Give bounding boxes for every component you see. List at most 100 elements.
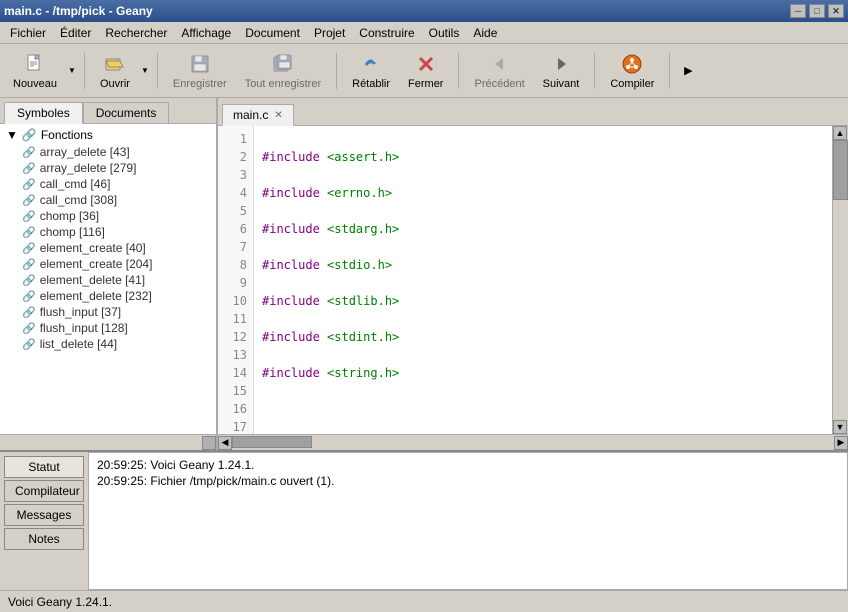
list-item[interactable]: 🔗 element_create [204] bbox=[2, 256, 214, 272]
code-line-7: #include <string.h> bbox=[262, 364, 824, 382]
toolbar-fermer-button[interactable]: Fermer bbox=[401, 49, 450, 93]
maximize-button[interactable]: □ bbox=[809, 4, 825, 18]
menu-editer[interactable]: Éditer bbox=[54, 24, 97, 42]
list-item[interactable]: 🔗 element_delete [232] bbox=[2, 288, 214, 304]
menu-rechercher[interactable]: Rechercher bbox=[99, 24, 173, 42]
line-numbers: 1 2 3 4 5 6 7 8 9 10 11 12 13 14 15 16 1… bbox=[218, 126, 254, 434]
menu-aide[interactable]: Aide bbox=[467, 24, 503, 42]
list-item[interactable]: 🔗 chomp [36] bbox=[2, 208, 214, 224]
vscroll-up-button[interactable]: ▲ bbox=[833, 126, 847, 140]
link-icon: 🔗 bbox=[22, 226, 36, 239]
item-label: array_delete [43] bbox=[40, 145, 130, 159]
line-num: 5 bbox=[224, 202, 247, 220]
titlebar-controls: ─ □ ✕ bbox=[790, 4, 844, 18]
toolbar-retablir-button[interactable]: Rétablir bbox=[345, 49, 397, 93]
line-num: 9 bbox=[224, 274, 247, 292]
toolbar-tout-enregistrer-label: Tout enregistrer bbox=[245, 78, 321, 90]
list-item[interactable]: 🔗 call_cmd [308] bbox=[2, 192, 214, 208]
toolbar-sep-1 bbox=[84, 53, 85, 89]
fermer-icon bbox=[414, 52, 438, 76]
editor-tab-label: main.c bbox=[233, 108, 268, 122]
link-icon: 🔗 bbox=[22, 306, 36, 319]
list-item[interactable]: 🔗 element_delete [41] bbox=[2, 272, 214, 288]
bottom-sidebar: Statut Compilateur Messages Notes bbox=[0, 452, 88, 590]
editor-tab-close[interactable]: ✕ bbox=[274, 110, 282, 121]
hscroll-left-button[interactable]: ◀ bbox=[218, 436, 232, 450]
tree-root-label: Fonctions bbox=[41, 128, 93, 142]
toolbar-precedent-button[interactable]: Précédent bbox=[467, 49, 531, 93]
bottom-content: Statut Compilateur Messages Notes 20:59:… bbox=[0, 452, 848, 590]
tab-symboles[interactable]: Symboles bbox=[4, 102, 83, 124]
precedent-icon bbox=[488, 52, 512, 76]
close-button[interactable]: ✕ bbox=[828, 4, 844, 18]
editor-hscroll: ◀ ▶ bbox=[218, 434, 848, 450]
editor-vscroll: ▲ ▼ bbox=[832, 126, 848, 434]
toolbar-fermer-label: Fermer bbox=[408, 78, 443, 90]
menu-bar: Fichier Éditer Rechercher Affichage Docu… bbox=[0, 22, 848, 44]
hscroll-right-button[interactable]: ▶ bbox=[834, 436, 848, 450]
code-line-4: #include <stdio.h> bbox=[262, 256, 824, 274]
list-item[interactable]: 🔗 array_delete [43] bbox=[2, 144, 214, 160]
link-icon: 🔗 bbox=[22, 210, 36, 223]
ouvrir-dropdown-arrow[interactable]: ▼ bbox=[141, 66, 149, 75]
editor-tab-mainc[interactable]: main.c ✕ bbox=[222, 104, 294, 126]
menu-construire[interactable]: Construire bbox=[353, 24, 420, 42]
bottom-tab-statut[interactable]: Statut bbox=[4, 456, 84, 478]
menu-projet[interactable]: Projet bbox=[308, 24, 351, 42]
list-item[interactable]: 🔗 chomp [116] bbox=[2, 224, 214, 240]
link-icon: 🔗 bbox=[22, 178, 36, 191]
item-label: chomp [36] bbox=[40, 209, 99, 223]
toolbar-sep-3 bbox=[336, 53, 337, 89]
tree-root-fonctions[interactable]: ▼ 🔗 Fonctions bbox=[2, 126, 214, 144]
toolbar-suivant-button[interactable]: Suivant bbox=[536, 49, 587, 93]
line-num: 6 bbox=[224, 220, 247, 238]
link-icon: 🔗 bbox=[22, 194, 36, 207]
menu-document[interactable]: Document bbox=[239, 24, 306, 42]
list-item[interactable]: 🔗 array_delete [279] bbox=[2, 160, 214, 176]
bottom-tab-messages[interactable]: Messages bbox=[4, 504, 84, 526]
vscroll-down-button[interactable]: ▼ bbox=[833, 420, 847, 434]
item-label: flush_input [128] bbox=[40, 321, 128, 335]
toolbar-more-button[interactable]: ▶ bbox=[678, 49, 698, 93]
minimize-button[interactable]: ─ bbox=[790, 4, 806, 18]
toolbar-tout-enregistrer-button[interactable]: Tout enregistrer bbox=[238, 49, 328, 93]
list-item[interactable]: 🔗 flush_input [37] bbox=[2, 304, 214, 320]
tab-documents[interactable]: Documents bbox=[83, 102, 170, 123]
menu-fichier[interactable]: Fichier bbox=[4, 24, 52, 42]
toolbar-ouvrir-button[interactable]: Ouvrir bbox=[93, 49, 137, 93]
suivant-icon bbox=[549, 52, 573, 76]
nouveau-dropdown-arrow[interactable]: ▼ bbox=[68, 66, 76, 75]
item-label: element_delete [41] bbox=[40, 273, 145, 287]
ouvrir-icon bbox=[103, 52, 127, 76]
menu-affichage[interactable]: Affichage bbox=[175, 24, 237, 42]
line-num: 14 bbox=[224, 364, 247, 382]
toolbar: Nouveau ▼ Ouvrir ▼ Enregistrer Tout enre… bbox=[0, 44, 848, 98]
toolbar-retablir-label: Rétablir bbox=[352, 78, 390, 90]
item-label: chomp [116] bbox=[40, 225, 105, 239]
code-editor[interactable]: #include <assert.h> #include <errno.h> #… bbox=[254, 126, 832, 434]
tree-root-icon: 🔗 bbox=[22, 128, 37, 142]
line-num: 10 bbox=[224, 292, 247, 310]
list-item[interactable]: 🔗 call_cmd [46] bbox=[2, 176, 214, 192]
list-item[interactable]: 🔗 flush_input [128] bbox=[2, 320, 214, 336]
toolbar-compiler-label: Compiler bbox=[610, 78, 654, 90]
list-item[interactable]: 🔗 list_delete [44] bbox=[2, 336, 214, 352]
bottom-tab-compilateur[interactable]: Compilateur bbox=[4, 480, 84, 502]
toolbar-nouveau-button[interactable]: Nouveau bbox=[6, 49, 64, 93]
status-bar: Voici Geany 1.24.1. bbox=[0, 590, 848, 612]
window-title: main.c - /tmp/pick - Geany bbox=[4, 4, 153, 18]
tout-enregistrer-icon bbox=[271, 52, 295, 76]
line-num: 11 bbox=[224, 310, 247, 328]
line-num: 8 bbox=[224, 256, 247, 274]
hscroll-thumb[interactable] bbox=[232, 436, 312, 448]
vscroll-thumb[interactable] bbox=[833, 140, 848, 200]
bottom-tab-notes[interactable]: Notes bbox=[4, 528, 84, 550]
left-hscroll-thumb[interactable] bbox=[202, 436, 216, 450]
toolbar-compiler-button[interactable]: Compiler bbox=[603, 49, 661, 93]
symbol-list: ▼ 🔗 Fonctions 🔗 array_delete [43] 🔗 arra… bbox=[0, 124, 216, 434]
link-icon: 🔗 bbox=[22, 322, 36, 335]
list-item[interactable]: 🔗 element_create [40] bbox=[2, 240, 214, 256]
toolbar-enregistrer-button[interactable]: Enregistrer bbox=[166, 49, 234, 93]
bottom-log: 20:59:25: Voici Geany 1.24.1. 20:59:25: … bbox=[88, 452, 848, 590]
menu-outils[interactable]: Outils bbox=[423, 24, 466, 42]
